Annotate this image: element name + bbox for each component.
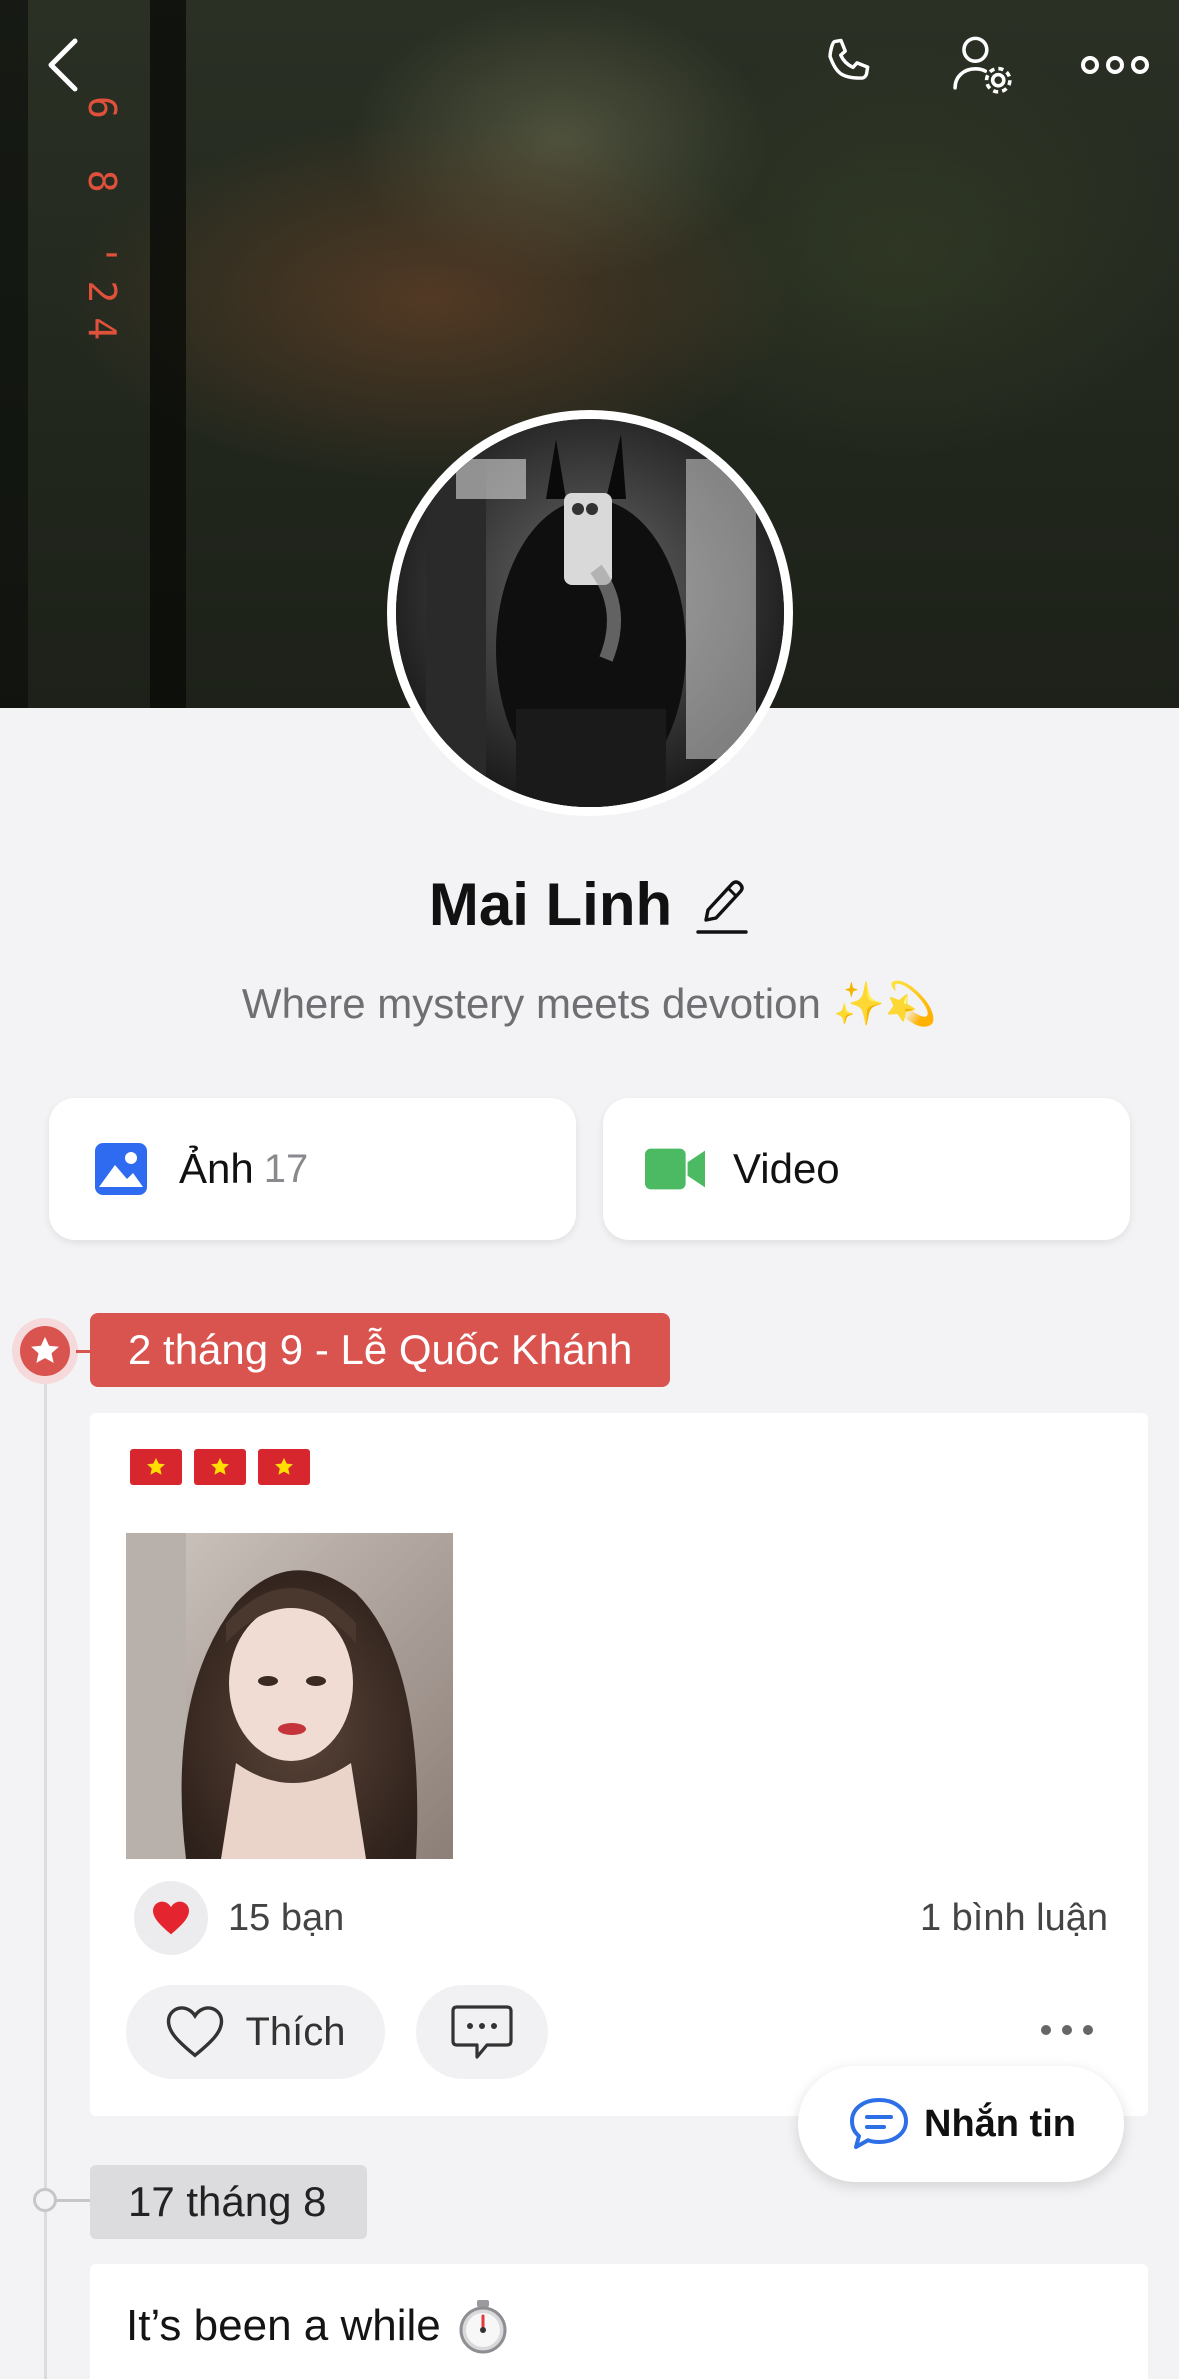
comment-count[interactable]: 1 bình luận xyxy=(920,1897,1108,1940)
edit-name-button[interactable] xyxy=(694,874,750,936)
reaction-badge[interactable] xyxy=(134,1881,208,1955)
event-tag: 2 tháng 9 - Lễ Quốc Khánh xyxy=(90,1313,671,1387)
more-horizontal-icon xyxy=(1081,56,1149,74)
back-button[interactable] xyxy=(18,20,108,110)
timeline-star-node xyxy=(12,1318,78,1384)
photos-count: 17 xyxy=(263,1146,309,1191)
profile-settings-button[interactable] xyxy=(938,20,1028,110)
timeline-line xyxy=(44,1360,47,2379)
post-text: It’s been a while xyxy=(126,2301,441,2350)
date-tag: 17 tháng 8 xyxy=(90,2165,367,2239)
post-photo[interactable] xyxy=(126,1533,453,1859)
pencil-icon xyxy=(696,879,748,934)
timeline-date-node xyxy=(33,2188,57,2212)
user-settings-icon xyxy=(953,36,1012,94)
message-button[interactable]: Nhắn tin xyxy=(798,2066,1124,2182)
cover-date-stamp: 6 8 '24 xyxy=(80,96,124,355)
post-card: 15 bạn 1 bình luận Thích xyxy=(90,1413,1148,2116)
more-options-button[interactable] xyxy=(1070,20,1160,110)
phone-icon xyxy=(828,38,870,80)
like-label: Thích xyxy=(245,2009,346,2054)
flag-vietnam-icon xyxy=(130,1449,182,1485)
video-label: Video xyxy=(733,1145,840,1192)
profile-name-row: Mai Linh xyxy=(0,870,1179,939)
top-bar xyxy=(0,20,1179,110)
flag-vietnam-icon xyxy=(194,1449,246,1485)
comment-button[interactable] xyxy=(416,1985,548,2079)
post-text-row: It’s been a while xyxy=(126,2298,509,2354)
reaction-count[interactable]: 15 bạn xyxy=(228,1897,344,1940)
call-button[interactable] xyxy=(804,20,894,110)
avatar-image xyxy=(396,419,784,807)
comment-icon xyxy=(451,2005,513,2059)
video-button[interactable]: Video xyxy=(603,1098,1130,1240)
reaction-row: 15 bạn 1 bình luận xyxy=(134,1881,1108,1955)
flag-vietnam-icon xyxy=(258,1449,310,1485)
post-actions: Thích xyxy=(126,1985,1112,2079)
star-icon xyxy=(31,1336,59,1363)
profile-bio: Where mystery meets devotion ✨💫 xyxy=(241,980,938,1027)
more-horizontal-icon xyxy=(1041,2025,1093,2035)
timeline-connector xyxy=(57,2199,91,2202)
chevron-left-icon xyxy=(48,38,78,92)
post-flags xyxy=(130,1449,310,1485)
like-button[interactable]: Thích xyxy=(126,1985,385,2079)
chat-bubble-icon xyxy=(850,2098,908,2149)
heart-icon xyxy=(153,1901,189,1935)
post-more-button[interactable] xyxy=(1032,2005,1102,2055)
photos-button[interactable]: Ảnh 17 xyxy=(49,1098,576,1240)
image-icon xyxy=(95,1143,147,1195)
video-camera-icon xyxy=(645,1148,705,1190)
heart-outline-icon xyxy=(167,2006,224,2058)
message-label: Nhắn tin xyxy=(924,2102,1076,2145)
profile-name: Mai Linh xyxy=(428,871,673,938)
stopwatch-icon xyxy=(459,2300,507,2354)
avatar[interactable] xyxy=(387,410,793,816)
post-card: It’s been a while xyxy=(90,2264,1148,2379)
photos-label: Ảnh xyxy=(179,1145,254,1192)
